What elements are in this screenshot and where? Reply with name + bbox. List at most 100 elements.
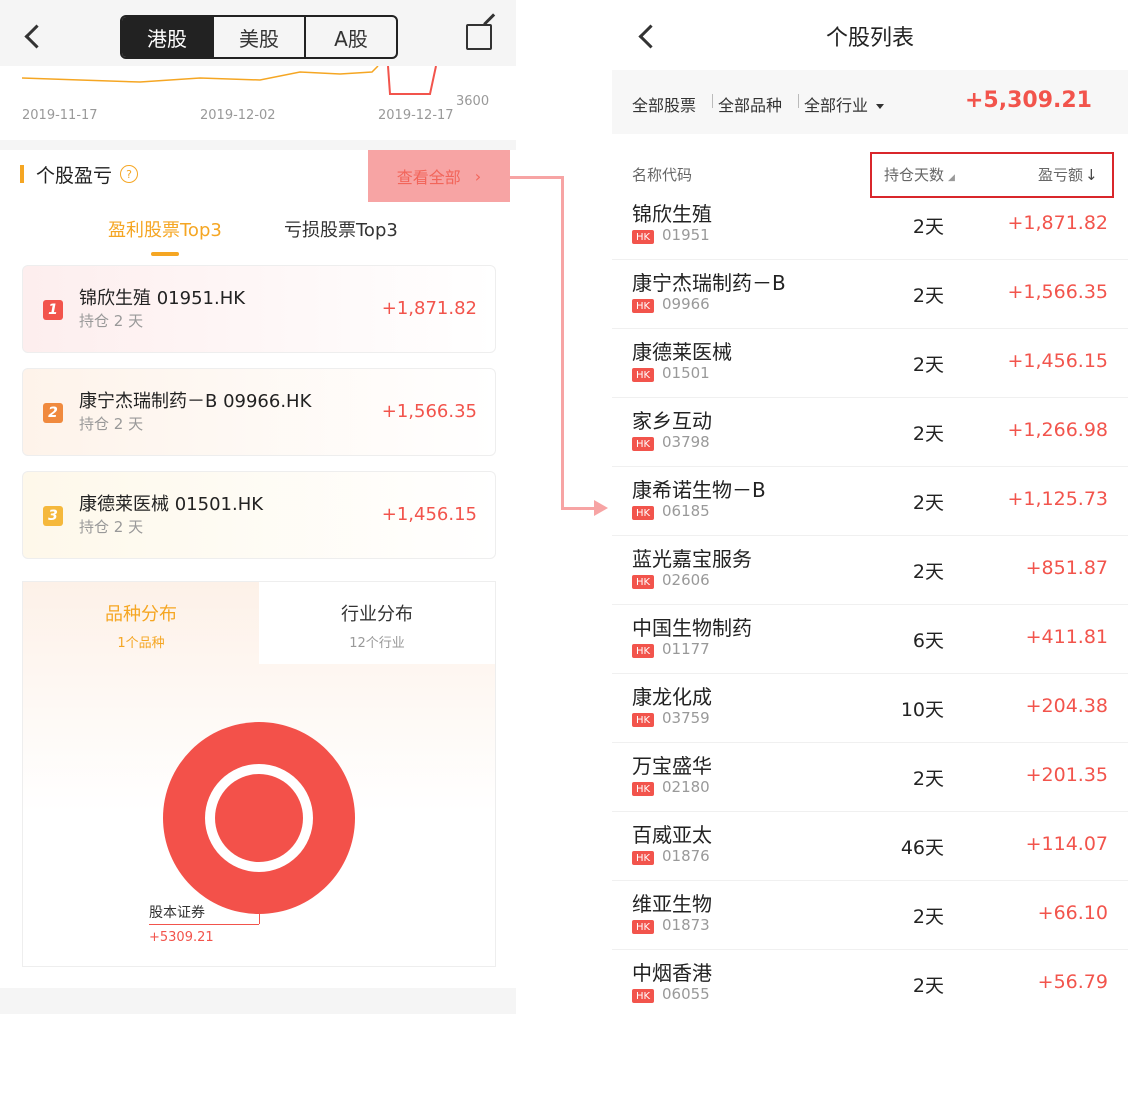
back-icon[interactable] [24,24,49,49]
right-header: 个股列表 [612,0,1128,70]
table-row[interactable]: 百威亚太 HK 01876 46天 +114.07 [612,811,1128,881]
connector-line [561,176,564,510]
stock-name: 家乡互动 [632,409,712,433]
stock-code: 03798 [662,433,710,451]
divider [712,94,713,108]
hk-badge: HK [632,299,654,313]
date-label: 2019-11-17 [22,108,98,123]
profit-value: +1,566.35 [381,401,477,422]
left-screen: 港股 美股 A股 2019-11-17 2019-12-02 2019-12-1… [0,0,516,1014]
stock-name: 康宁杰瑞制药－B 09966.HK [79,391,312,412]
tab-us[interactable]: 美股 [212,17,304,57]
table-row[interactable]: 中烟香港 HK 06055 2天 +56.79 [612,949,1128,1014]
table-row[interactable]: 万宝盛华 HK 02180 2天 +201.35 [612,742,1128,812]
top3-item-3[interactable]: 3 康德莱医械 01501.HK 持仓 2 天 +1,456.15 [22,471,496,559]
table-row[interactable]: 锦欣生殖 HK 01951 2天 +1,871.82 [612,190,1128,260]
hk-badge: HK [632,506,654,520]
stock-code: 01873 [662,916,710,934]
hold-days: 持仓 2 天 [79,415,144,433]
hk-badge: HK [632,644,654,658]
table-row[interactable]: 康龙化成 HK 03759 10天 +204.38 [612,673,1128,743]
connector-line [510,176,564,179]
profit-value: +851.87 [1025,557,1108,579]
profit-chart: 2019-11-17 2019-12-02 2019-12-17 3600 [0,66,516,140]
table-row[interactable]: 蓝光嘉宝服务 HK 02606 2天 +851.87 [612,535,1128,605]
hk-badge: HK [632,851,654,865]
share-icon[interactable] [466,24,492,50]
chevron-right-icon: › [474,166,482,186]
hold-days: 2天 [912,906,944,928]
view-all-label: 查看全部 [396,168,461,187]
profit-value: +204.38 [1025,695,1108,717]
total-profit: +5,309.21 [965,88,1092,113]
left-header: 港股 美股 A股 [0,0,516,70]
divider [798,94,799,108]
hold-days: 2天 [912,423,944,445]
page-title: 个股列表 [825,26,914,51]
stock-code: 06055 [662,985,710,1003]
profit-value: +1,871.82 [381,298,477,319]
hold-days: 10天 [900,699,944,721]
stock-name: 锦欣生殖 [632,202,712,226]
hk-badge: HK [632,920,654,934]
stock-code: 01501 [662,364,710,382]
table-row[interactable]: 中国生物制药 HK 01177 6天 +411.81 [612,604,1128,674]
profit-value: +66.10 [1037,902,1108,924]
rank-badge: 1 [43,300,63,320]
hk-badge: HK [632,713,654,727]
tab-a[interactable]: A股 [304,17,396,57]
help-icon[interactable]: ? [120,165,139,183]
hold-days: 6天 [912,630,944,652]
tab-title: 行业分布 [341,604,413,625]
tab-hk[interactable]: 港股 [122,17,212,57]
top3-item-2[interactable]: 2 康宁杰瑞制药－B 09966.HK 持仓 2 天 +1,566.35 [22,368,496,456]
hold-days: 2天 [912,768,944,790]
profit-value: +1,566.35 [1007,281,1108,303]
stock-name: 康德莱医械 01501.HK [79,494,264,515]
hk-badge: HK [632,989,654,1003]
profit-value: +1,456.15 [1007,350,1108,372]
profit-value: +201.35 [1025,764,1108,786]
section-title-text: 个股盈亏 [36,164,113,187]
top3-item-1[interactable]: 1 锦欣生殖 01951.HK 持仓 2 天 +1,871.82 [22,265,496,353]
rank-badge: 2 [43,403,63,423]
tab-category[interactable]: 品种分布 1个品种 [23,582,259,664]
tab-profit-top3[interactable]: 盈利股票Top3 [108,216,222,242]
donut-label-name: 股本证券 [149,905,205,921]
filter-industry-label: 全部行业 [804,96,869,115]
tab-industry[interactable]: 行业分布 12个行业 [259,582,495,664]
table-row[interactable]: 康宁杰瑞制药－B HK 09966 2天 +1,566.35 [612,259,1128,329]
stock-name: 康宁杰瑞制药－B [632,271,786,295]
table-row[interactable]: 康德莱医械 HK 01501 2天 +1,456.15 [612,328,1128,398]
profit-value: +1,871.82 [1007,212,1108,234]
hk-badge: HK [632,368,654,382]
tab-loss-top3[interactable]: 亏损股票Top3 [284,216,398,242]
stock-code: 06185 [662,502,710,520]
profit-value: +1,125.73 [1007,488,1108,510]
hold-days: 2天 [912,561,944,583]
stock-code: 02180 [662,778,710,796]
section-title: 个股盈亏 ? [20,162,139,187]
hk-badge: HK [632,230,654,244]
hold-days: 持仓 2 天 [79,312,144,330]
hold-days: 2天 [912,492,944,514]
date-label: 2019-12-02 [200,108,276,123]
right-screen: 个股列表 全部股票 全部品种 全部行业 +5,309.21 名称代码 持仓天数 ◢… [612,0,1128,1014]
stock-name: 中国生物制药 [632,616,752,640]
stock-name: 锦欣生殖 01951.HK [79,288,246,309]
chart-line [21,66,437,95]
stock-name: 百威亚太 [632,823,712,847]
stock-name: 康德莱医械 [632,340,732,364]
hk-badge: HK [632,437,654,451]
stock-name: 康希诺生物－B [632,478,766,502]
table-row[interactable]: 家乡互动 HK 03798 2天 +1,266.98 [612,397,1128,467]
table-row[interactable]: 维亚生物 HK 01873 2天 +66.10 [612,880,1128,950]
table-row[interactable]: 康希诺生物－B HK 06185 2天 +1,125.73 [612,466,1128,536]
filter-category[interactable]: 全部品种 [718,92,782,116]
view-all-button[interactable]: 查看全部 › [368,150,510,202]
filter-industry[interactable]: 全部行业 [804,92,885,116]
stock-code: 09966 [662,295,710,313]
filter-stocks[interactable]: 全部股票 [632,92,696,116]
hold-days: 2天 [912,975,944,997]
caret-down-icon [876,104,885,109]
